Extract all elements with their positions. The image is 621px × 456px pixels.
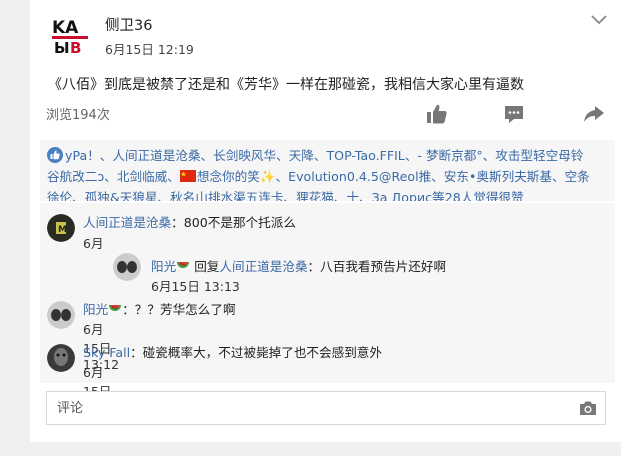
likes-text-2c[interactable]: 、Evolution0.4.5@Reol推、安东•奥斯列夫斯基、空条 xyxy=(276,169,590,184)
sparkle-icon: ✨ xyxy=(259,169,276,184)
share-icon[interactable] xyxy=(583,103,605,125)
like-badge-icon xyxy=(47,147,63,163)
comment-input[interactable] xyxy=(47,392,567,424)
comment-time: 6月15日 13:13 xyxy=(151,279,240,294)
svg-text:B: B xyxy=(70,39,81,55)
reply-label: 回复 xyxy=(194,259,220,274)
commenter-name[interactable]: Sky Fall xyxy=(83,345,130,360)
chevron-down-icon[interactable] xyxy=(590,13,608,27)
commenter-avatar[interactable] xyxy=(113,253,141,281)
post-text: 《八佰》到底是被禁了还是和《芳华》一样在那碰瓷，我相信大家心里有逼数 xyxy=(48,77,524,93)
svg-text:M: M xyxy=(58,225,67,235)
likes-line-1: yPa！、人间正道是沧桑、长剑映风华、天降、TOP-Tao.FFIL、- 梦断京… xyxy=(47,145,609,166)
comment-line: 阳光 回复人间正道是沧桑：八百我看预告片还好啊 xyxy=(151,256,446,275)
comment-icon[interactable] xyxy=(503,103,525,125)
comment-line: 阳光 ：？？芳华怎么了啊 xyxy=(83,299,236,318)
reply-to-name[interactable]: 人间正道是沧桑 xyxy=(219,259,307,274)
likes-line-3: 徐伦、孤独&天狼星、秋名山排水渠五连卡、狸花猫、十、За Дорис等28人觉得… xyxy=(47,187,609,201)
comment-box xyxy=(46,391,606,425)
china-flag-icon xyxy=(179,170,196,182)
likes-line-2: 谷航改二ↄ、北剑临威、 想念你的笑✨、Evolution0.4.5@Reol推、安… xyxy=(47,166,609,187)
likes-text-2b[interactable]: 想念你的笑 xyxy=(197,169,260,184)
commenter-name[interactable]: 阳光 xyxy=(151,259,176,274)
svg-text:Ы: Ы xyxy=(54,39,70,55)
reply-box: 阳光 回复人间正道是沧桑：八百我看预告片还好啊 6月15日 13:13 xyxy=(80,251,460,294)
comment-line: Sky Fall：碰瓷概率大，不过被毙掉了也不会感到意外 xyxy=(83,342,382,361)
author-name[interactable]: 侧卫36 xyxy=(105,14,152,35)
likes-text-2a[interactable]: 谷航改二ↄ、北剑临威、 xyxy=(47,169,180,184)
commenter-name[interactable]: 阳光 xyxy=(83,302,108,317)
comments-list: M 人间正道是沧桑：800不是那个托派么 6月15日 13:04 阳光 回复人间… xyxy=(40,203,615,415)
likes-text-1[interactable]: yPa！、人间正道是沧桑、长剑映风华、天降、TOP-Tao.FFIL、- 梦断京… xyxy=(65,148,583,163)
camera-icon[interactable] xyxy=(579,400,597,416)
comment-text: ：？？芳华怎么了啊 xyxy=(122,302,236,317)
view-count: 浏览194次 xyxy=(46,108,110,123)
comment-text: ：碰瓷概率大，不过被毙掉了也不会感到意外 xyxy=(130,345,382,360)
commenter-avatar[interactable] xyxy=(47,344,75,372)
post-card: KA Ы B 侧卫36 6月15日 12:19 《八佰》到底是被禁了还是和《芳华… xyxy=(30,0,621,442)
commenter-avatar[interactable] xyxy=(47,301,75,329)
comment-text: ：八百我看预告片还好啊 xyxy=(307,259,447,274)
likes-list: yPa！、人间正道是沧桑、长剑映风华、天降、TOP-Tao.FFIL、- 梦断京… xyxy=(40,140,615,201)
comment-text: ：800不是那个托派么 xyxy=(171,215,296,230)
commenter-name[interactable]: 人间正道是沧桑 xyxy=(83,215,171,230)
author-avatar[interactable]: KA Ы B xyxy=(50,15,90,55)
watermelon-icon xyxy=(177,262,190,268)
likes-text-3[interactable]: 徐伦、孤独&天狼星、秋名山排水渠五连卡、狸花猫、十、За Дорис等28人觉得… xyxy=(47,190,524,201)
post-time: 6月15日 12:19 xyxy=(105,42,194,57)
svg-text:KA: KA xyxy=(52,18,79,38)
like-icon[interactable] xyxy=(426,103,448,125)
commenter-avatar[interactable]: M xyxy=(47,214,75,242)
comment-line: 人间正道是沧桑：800不是那个托派么 xyxy=(83,212,296,231)
watermelon-icon xyxy=(109,305,122,311)
